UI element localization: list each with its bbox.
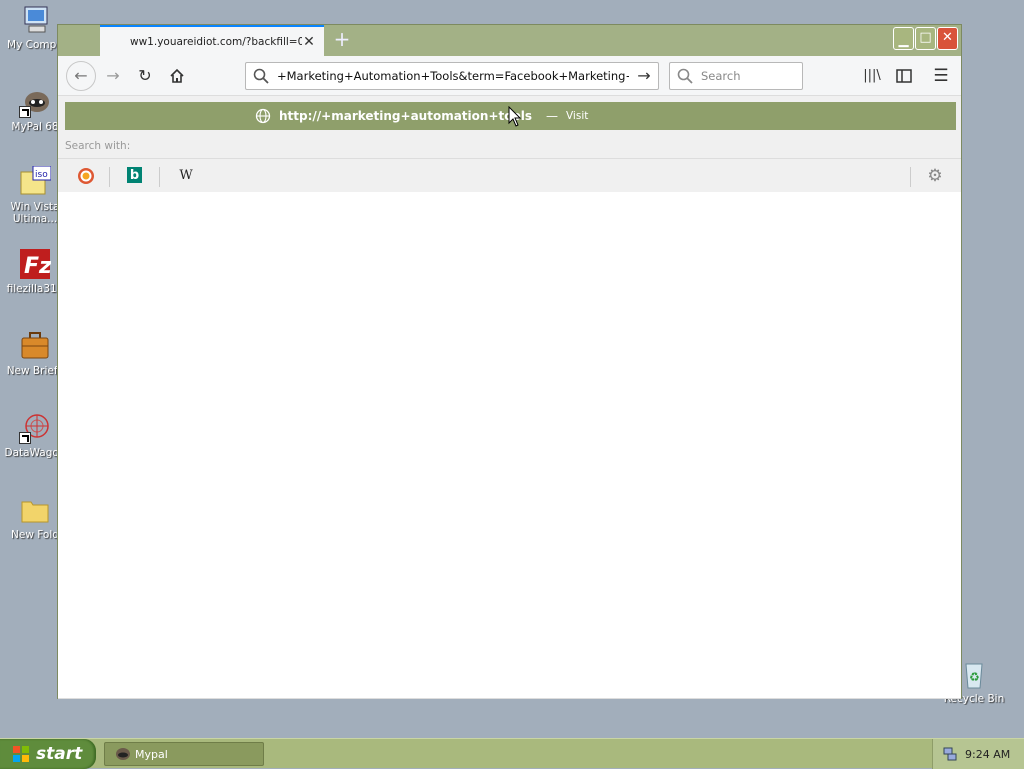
suggestion-action: Visit [565, 110, 589, 122]
system-tray: 9:24 AM [932, 739, 1024, 769]
briefcase-icon [19, 330, 51, 362]
maximize-icon: □ [919, 30, 932, 45]
my-computer-icon [19, 4, 51, 36]
minimize-button[interactable]: ▁ [893, 27, 914, 50]
menu-button[interactable]: ☰ [928, 63, 954, 89]
folder-icon [19, 494, 51, 526]
bing-engine-button[interactable]: b [127, 167, 142, 183]
tab-close-icon[interactable]: ✕ [302, 35, 316, 49]
library-button[interactable]: |||\ [859, 63, 885, 89]
close-window-button[interactable]: ✕ [937, 27, 958, 50]
search-icon [253, 68, 269, 84]
engine-divider [159, 167, 160, 187]
forward-button[interactable]: → [100, 63, 126, 89]
duckduckgo-icon [78, 168, 94, 184]
globe-icon [255, 108, 271, 124]
start-label: start [36, 744, 83, 764]
minimize-icon: ▁ [898, 33, 909, 48]
svg-text:♻: ♻ [969, 670, 980, 684]
datawagon-icon [19, 412, 51, 444]
suggestion-separator: — [545, 109, 558, 123]
tab-active[interactable]: ww1.youareidiot.com/?backfill=08 ✕ [100, 25, 324, 56]
tab-title: ww1.youareidiot.com/?backfill=08 [130, 35, 302, 48]
filezilla-icon: Fz [19, 248, 52, 280]
close-icon: ✕ [942, 30, 953, 45]
start-button[interactable]: start [0, 739, 96, 769]
mouse-cursor-icon [508, 106, 522, 127]
gear-icon: ⚙ [927, 166, 943, 186]
clock[interactable]: 9:24 AM [965, 748, 1010, 761]
sidebar-button[interactable] [891, 63, 917, 89]
search-settings-button[interactable]: ⚙ [926, 167, 944, 185]
home-icon [170, 68, 184, 83]
search-engine-bar: b W ⚙ [58, 158, 961, 192]
back-button[interactable]: ← [66, 61, 96, 91]
search-box[interactable] [669, 62, 803, 90]
taskbar-item-mypal[interactable]: Mypal [104, 742, 264, 766]
url-bar[interactable]: → [245, 62, 659, 90]
suggestion-url: http://+marketing+automation+tools [279, 109, 532, 123]
search-input[interactable] [701, 68, 797, 84]
taskbar-item-label: Mypal [135, 747, 168, 761]
svg-text:iso: iso [35, 170, 48, 180]
mypal-raccoon-icon [19, 86, 51, 118]
engine-divider [910, 167, 911, 187]
duckduckgo-engine-button[interactable] [77, 167, 95, 185]
nav-toolbar: ← → ↻ → |||\ ☰ [58, 56, 961, 96]
recycle-bin-icon: ♻ [958, 658, 990, 690]
home-button[interactable] [164, 63, 190, 89]
network-icon[interactable] [943, 747, 957, 761]
go-arrow-icon[interactable]: → [634, 65, 654, 87]
wikipedia-icon: W [179, 168, 193, 183]
url-input[interactable] [277, 67, 629, 85]
windows-flag-icon [13, 746, 29, 762]
page-content [58, 192, 961, 699]
new-tab-button[interactable]: + [330, 28, 354, 52]
arrow-right-icon: → [106, 66, 120, 85]
svg-text:Fz: Fz [24, 254, 51, 279]
wikipedia-engine-button[interactable]: W [177, 167, 195, 185]
mypal-raccoon-icon [116, 748, 130, 760]
maximize-button[interactable]: □ [915, 27, 936, 50]
hamburger-menu-icon: ☰ [933, 66, 949, 86]
reload-button[interactable]: ↻ [132, 63, 158, 89]
tab-strip: ww1.youareidiot.com/?backfill=08 ✕ + ▁ □… [58, 25, 961, 56]
arrow-left-icon: ← [74, 66, 88, 85]
search-with-label: Search with: [65, 140, 131, 152]
iso-file-icon: iso [19, 165, 52, 198]
engine-divider [109, 167, 110, 187]
sidebar-icon [896, 69, 912, 83]
search-icon [677, 68, 693, 84]
reload-icon: ↻ [138, 66, 152, 85]
bing-icon: b [129, 168, 140, 183]
desktop-icon-label: Win Vista Ultima... [10, 201, 60, 225]
library-icon: |||\ [863, 68, 881, 83]
taskbar: start Mypal 9:24 AM [0, 738, 1024, 769]
